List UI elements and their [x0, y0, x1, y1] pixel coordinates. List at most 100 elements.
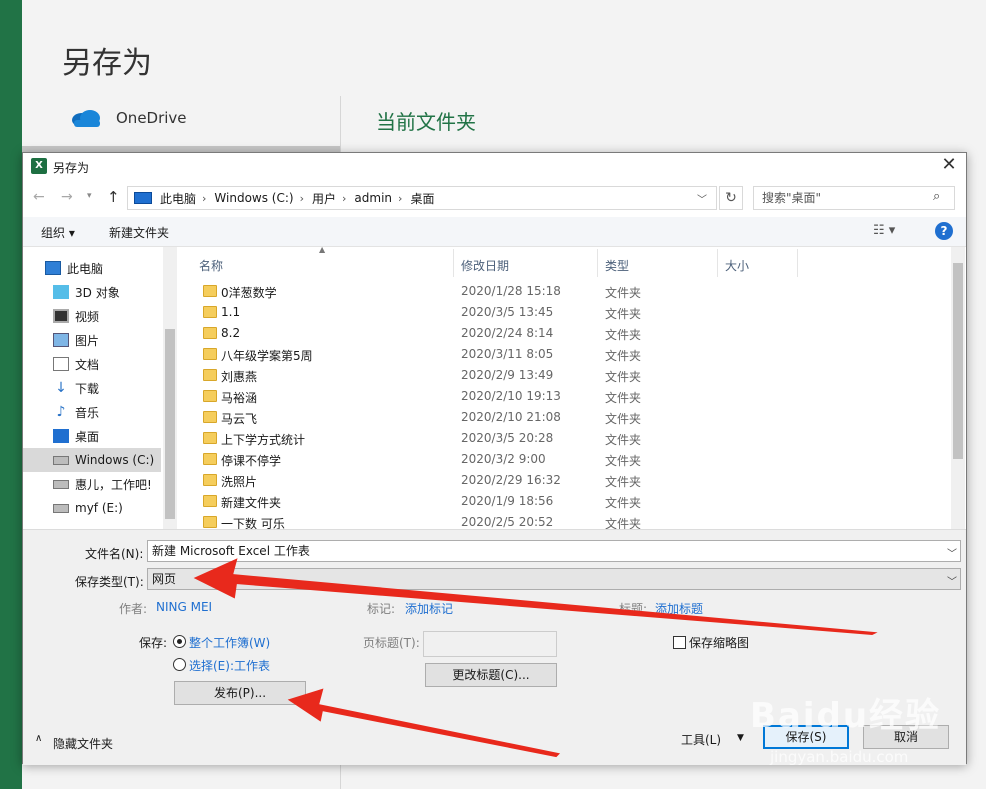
add-tags-link[interactable]: 添加标记 [405, 600, 453, 617]
radio-selection-label[interactable]: 选择(E):工作表 [189, 657, 270, 674]
file-type: 文件夹 [605, 370, 642, 384]
search-input[interactable]: 搜索"桌面" [753, 186, 955, 210]
nav-scrollbar-thumb[interactable] [165, 329, 175, 519]
page-title-input[interactable] [423, 631, 557, 657]
file-date: 2020/2/5 20:52 [461, 515, 554, 529]
breadcrumb-desktop[interactable]: 桌面 [410, 190, 434, 207]
search-icon[interactable]: ⌕ [933, 189, 940, 204]
chevron-down-icon[interactable]: ﹀ [947, 573, 957, 588]
baidu-watermark: Baidu经验 [750, 696, 942, 736]
tags-label: 标记: [367, 602, 396, 616]
organize-menu[interactable]: 组织 ▾ [41, 224, 75, 241]
nav-windows-c[interactable]: Windows (C:) [23, 448, 161, 472]
nav-label: Windows (C:) [75, 453, 155, 467]
folder-icon [203, 285, 217, 297]
change-title-button[interactable]: 更改标题(C)... [425, 663, 557, 687]
file-row[interactable]: 上下学方式统计 2020/3/5 20:28 文件夹 [197, 428, 777, 449]
current-folder-title: 当前文件夹 [376, 110, 476, 134]
file-row[interactable]: 八年级学案第5周 2020/3/11 8:05 文件夹 [197, 344, 777, 365]
refresh-icon[interactable]: ↻ [719, 186, 743, 210]
file-row[interactable]: 停课不停学 2020/3/2 9:00 文件夹 [197, 449, 777, 470]
page-title-label: 页标题(T): [363, 636, 420, 650]
file-row[interactable]: 马裕涵 2020/2/10 19:13 文件夹 [197, 386, 777, 407]
file-date: 2020/3/5 20:28 [461, 431, 554, 445]
nav-label: myf (E:) [75, 501, 123, 515]
file-name: 刘惠燕 [221, 370, 258, 384]
folder-icon [203, 432, 217, 444]
file-row[interactable]: 新建文件夹 2020/1/9 18:56 文件夹 [197, 491, 777, 512]
close-button[interactable]: ✕ [935, 155, 963, 177]
new-folder-button[interactable]: 新建文件夹 [109, 224, 169, 241]
drive-icon [53, 503, 69, 513]
tools-menu[interactable]: 工具(L) [681, 731, 721, 748]
tools-dropdown-icon[interactable]: ▼ [737, 733, 744, 743]
view-options-icon[interactable]: ☷ ▾ [873, 223, 895, 238]
nav-label: 惠儿，工作吧! [75, 477, 152, 492]
file-row[interactable]: 刘惠燕 2020/2/9 13:49 文件夹 [197, 365, 777, 386]
picture-icon [53, 333, 69, 347]
file-name: 0洋葱数学 [221, 286, 277, 300]
radio-whole-workbook-label[interactable]: 整个工作簿(W) [189, 634, 270, 651]
file-type: 文件夹 [605, 328, 642, 342]
save-thumbnail-label[interactable]: 保存缩略图 [689, 634, 749, 651]
file-type: 文件夹 [605, 412, 642, 426]
file-type: 文件夹 [605, 475, 642, 489]
drive-icon [53, 479, 69, 489]
breadcrumb-admin[interactable]: admin [354, 191, 392, 205]
breadcrumb-users[interactable]: 用户 [312, 190, 336, 207]
nav-label: 图片 [75, 333, 100, 348]
hide-folders-toggle[interactable]: 隐藏文件夹 [53, 735, 113, 752]
chevron-right-icon[interactable]: › [202, 192, 206, 205]
save-as-dialog: X 另存为 ✕ ← → ▾ ↑ 此电脑 › Windows (C:) › 用户 … [22, 152, 967, 765]
chevron-right-icon[interactable]: › [300, 192, 304, 205]
file-row[interactable]: 洗照片 2020/2/29 16:32 文件夹 [197, 470, 777, 491]
recent-locations-chevron-icon[interactable]: ▾ [87, 191, 92, 201]
nav-label: 桌面 [75, 429, 100, 444]
column-header-size[interactable]: 大小 [725, 257, 749, 274]
breadcrumb-this-pc[interactable]: 此电脑 [160, 190, 196, 207]
file-row[interactable]: 1.1 2020/3/5 13:45 文件夹 [197, 302, 777, 323]
help-icon[interactable]: ? [935, 222, 953, 240]
chevron-right-icon[interactable]: › [398, 192, 402, 205]
file-type: 文件夹 [605, 307, 642, 321]
file-date: 2020/1/28 15:18 [461, 284, 561, 298]
column-header-type[interactable]: 类型 [605, 257, 629, 274]
file-row[interactable]: 0洋葱数学 2020/1/28 15:18 文件夹 [197, 281, 777, 302]
radio-whole-workbook[interactable] [173, 635, 186, 648]
radio-selection[interactable] [173, 658, 186, 671]
chevron-up-icon[interactable]: ∧ [35, 733, 42, 744]
back-arrow-icon[interactable]: ← [33, 189, 45, 205]
column-header-date[interactable]: 修改日期 [461, 257, 509, 274]
column-divider[interactable] [797, 249, 798, 277]
chevron-right-icon[interactable]: › [342, 192, 346, 205]
address-bar[interactable]: 此电脑 › Windows (C:) › 用户 › admin › 桌面 [127, 186, 717, 210]
author-value[interactable]: NING MEI [156, 600, 212, 614]
column-divider[interactable] [453, 249, 454, 277]
sort-up-icon: ▲ [319, 245, 326, 254]
file-type: 文件夹 [605, 433, 642, 447]
onedrive-location[interactable]: OneDrive [70, 104, 187, 132]
column-divider[interactable] [597, 249, 598, 277]
filetype-select[interactable]: 网页 [147, 568, 961, 590]
column-divider[interactable] [717, 249, 718, 277]
file-list-scrollbar-thumb[interactable] [953, 263, 963, 459]
save-thumbnail-checkbox[interactable] [673, 636, 686, 649]
address-dropdown-icon[interactable]: ﹀ [697, 191, 707, 206]
column-header-name[interactable]: 名称 [199, 257, 223, 274]
onedrive-label: OneDrive [116, 109, 187, 127]
baidu-watermark-url: jingyan.baidu.com [770, 748, 909, 766]
file-type: 文件夹 [605, 286, 642, 300]
file-row[interactable]: 8.2 2020/2/24 8:14 文件夹 [197, 323, 777, 344]
file-name: 8.2 [221, 326, 241, 340]
add-title-link[interactable]: 添加标题 [655, 600, 703, 617]
forward-arrow-icon[interactable]: → [61, 189, 73, 205]
nav-label: 3D 对象 [75, 285, 120, 300]
file-row[interactable]: 马云飞 2020/2/10 21:08 文件夹 [197, 407, 777, 428]
folder-icon [203, 495, 217, 507]
breadcrumb-drive-c[interactable]: Windows (C:) [214, 191, 293, 205]
folder-icon [203, 516, 217, 528]
filename-input[interactable]: 新建 Microsoft Excel 工作表 [147, 540, 961, 562]
up-arrow-icon[interactable]: ↑ [107, 188, 120, 206]
publish-button[interactable]: 发布(P)... [174, 681, 306, 705]
chevron-down-icon[interactable]: ﹀ [947, 545, 957, 560]
